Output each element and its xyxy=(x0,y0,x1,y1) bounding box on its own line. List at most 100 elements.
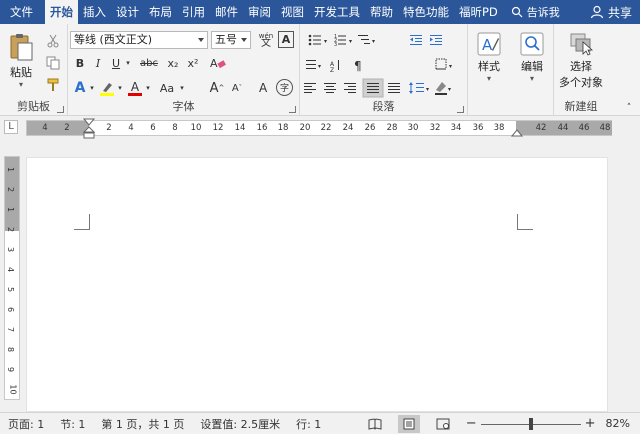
distribute-button[interactable] xyxy=(386,79,404,97)
tab-5[interactable]: 引用 xyxy=(177,0,210,24)
subscript-button[interactable]: x₂ xyxy=(164,54,182,72)
show-hide-marks-button[interactable] xyxy=(350,54,366,74)
styles-button[interactable]: A 样式 ▾ xyxy=(474,32,504,83)
clipboard-launcher-icon[interactable] xyxy=(57,106,64,113)
ruler-tick: 26 xyxy=(364,123,376,133)
change-case-dropdown-icon[interactable]: ▾ xyxy=(178,78,186,98)
font-launcher-icon[interactable] xyxy=(289,106,296,113)
borders-button[interactable] xyxy=(432,54,458,74)
paste-dropdown-icon[interactable]: ▾ xyxy=(19,80,23,89)
font-name-select[interactable]: 等线 (西文正文) xyxy=(70,31,208,49)
highlighter-icon xyxy=(103,82,112,92)
multilevel-list-button[interactable] xyxy=(356,28,378,50)
status-section[interactable]: 节: 1 xyxy=(60,416,85,432)
phonetic-char: 文 xyxy=(261,38,271,49)
highlight-button[interactable] xyxy=(98,78,116,98)
paste-label: 粘贴 xyxy=(10,66,32,79)
tab-7[interactable]: 审阅 xyxy=(243,0,276,24)
zoom-thumb[interactable] xyxy=(528,417,533,430)
vertical-scrollbar[interactable] xyxy=(626,141,640,412)
horizontal-ruler[interactable]: 4 2 2 4 6 8 10 12 14 16 18 20 22 24 26 28 30 32 34 36 38 42 44… xyxy=(26,118,612,139)
font-size-select[interactable]: 五号 xyxy=(211,31,251,49)
tab-9[interactable]: 开发工具 xyxy=(309,0,365,24)
char-border-button[interactable]: A xyxy=(278,31,294,48)
tab-2[interactable]: 插入 xyxy=(78,0,111,24)
collapse-ribbon-icon[interactable]: ˄ xyxy=(622,102,636,114)
status-position[interactable]: 设置值: 2.5厘米 xyxy=(200,416,280,432)
font-color-dropdown-icon[interactable]: ▾ xyxy=(144,78,152,98)
print-layout-button[interactable] xyxy=(397,414,420,433)
svg-text:A: A xyxy=(259,81,268,94)
phonetic-guide-button[interactable]: wén 文 xyxy=(256,30,276,50)
align-left-button[interactable] xyxy=(302,79,320,97)
tab-6[interactable]: 邮件 xyxy=(210,0,243,24)
enclose-char-button[interactable]: 字 xyxy=(276,79,293,96)
decrease-indent-button[interactable] xyxy=(406,28,426,50)
tab-10[interactable]: 帮助 xyxy=(365,0,398,24)
vruler-tick: 1 xyxy=(6,206,16,213)
web-layout-button[interactable] xyxy=(432,415,454,433)
document-page[interactable] xyxy=(26,157,608,412)
tell-me-search[interactable]: 告诉我 xyxy=(511,4,560,20)
indent-marker-icon[interactable] xyxy=(83,118,95,140)
clear-all-format-button[interactable]: A xyxy=(256,78,274,96)
format-painter-button[interactable] xyxy=(44,76,62,94)
tab-selector[interactable]: L xyxy=(4,120,18,134)
tab-3[interactable]: 设计 xyxy=(111,0,144,24)
grow-font-button[interactable]: A ^ xyxy=(208,78,226,98)
vertical-ruler[interactable]: 1 2 1 2 3 4 5 6 7 8 9 10 xyxy=(4,156,20,400)
cut-button[interactable] xyxy=(44,32,62,50)
select-label-1: 选择 xyxy=(570,60,592,73)
bold-button[interactable]: B xyxy=(72,54,88,72)
right-indent-marker-icon[interactable] xyxy=(511,128,523,138)
paste-button[interactable]: 粘贴 ▾ xyxy=(6,32,36,89)
status-page-of[interactable]: 第 1 页，共 1 页 xyxy=(101,416,184,432)
tab-4[interactable]: 布局 xyxy=(144,0,177,24)
bullets-button[interactable] xyxy=(300,28,328,50)
tab-12[interactable]: 福昕PD xyxy=(454,0,503,24)
shrink-font-button[interactable]: Aˇ xyxy=(228,78,246,98)
read-mode-button[interactable] xyxy=(364,415,386,433)
justify-button[interactable] xyxy=(363,79,383,97)
web-layout-icon xyxy=(436,418,450,429)
underline-label: U xyxy=(111,56,121,70)
font-color-button[interactable]: A xyxy=(126,78,144,98)
italic-button[interactable]: I xyxy=(90,54,106,72)
ruler-left-margin xyxy=(27,121,89,135)
text-effects-button[interactable]: A xyxy=(72,78,88,98)
numbering-button[interactable] xyxy=(330,28,354,50)
underline-dropdown-icon[interactable]: ▾ xyxy=(124,54,132,72)
underline-button[interactable]: U xyxy=(108,54,124,72)
zoom-slider[interactable] xyxy=(480,415,581,433)
tab-11[interactable]: 特色功能 xyxy=(398,0,454,24)
tab-1[interactable]: 开始 xyxy=(45,0,78,24)
strikethrough-button[interactable]: abc xyxy=(138,54,160,72)
clear-format-button[interactable]: A xyxy=(208,54,228,72)
status-page[interactable]: 页面: 1 xyxy=(8,416,44,432)
sort-button[interactable] xyxy=(328,54,344,74)
superscript-button[interactable]: x² xyxy=(184,54,202,72)
text-effects-dropdown-icon[interactable]: ▾ xyxy=(88,78,96,98)
align-center-button[interactable] xyxy=(322,79,340,97)
paragraph-launcher-icon[interactable] xyxy=(457,106,464,113)
share-button[interactable]: 共享 xyxy=(590,4,632,21)
bold-label: B xyxy=(75,56,85,70)
increase-indent-button[interactable] xyxy=(428,28,448,50)
copy-button[interactable] xyxy=(44,54,62,72)
scissors-icon xyxy=(47,34,59,48)
tab-0[interactable]: 文件 xyxy=(0,0,45,24)
status-line[interactable]: 行: 1 xyxy=(296,416,321,432)
document-area xyxy=(24,141,640,412)
shading-button[interactable] xyxy=(434,79,456,97)
editing-button[interactable]: 编辑 ▾ xyxy=(516,32,548,83)
zoom-out-button[interactable]: − xyxy=(466,416,477,431)
chinese-layout-button[interactable] xyxy=(302,54,326,74)
highlight-dropdown-icon[interactable]: ▾ xyxy=(116,78,124,98)
zoom-in-button[interactable]: + xyxy=(585,416,596,431)
change-case-button[interactable]: Aa xyxy=(156,78,178,98)
select-objects-button[interactable]: 选择 多个对象 xyxy=(556,32,606,90)
align-right-button[interactable] xyxy=(342,79,360,97)
zoom-level[interactable]: 82% xyxy=(606,417,630,430)
tab-8[interactable]: 视图 xyxy=(276,0,309,24)
line-spacing-button[interactable] xyxy=(408,79,432,97)
